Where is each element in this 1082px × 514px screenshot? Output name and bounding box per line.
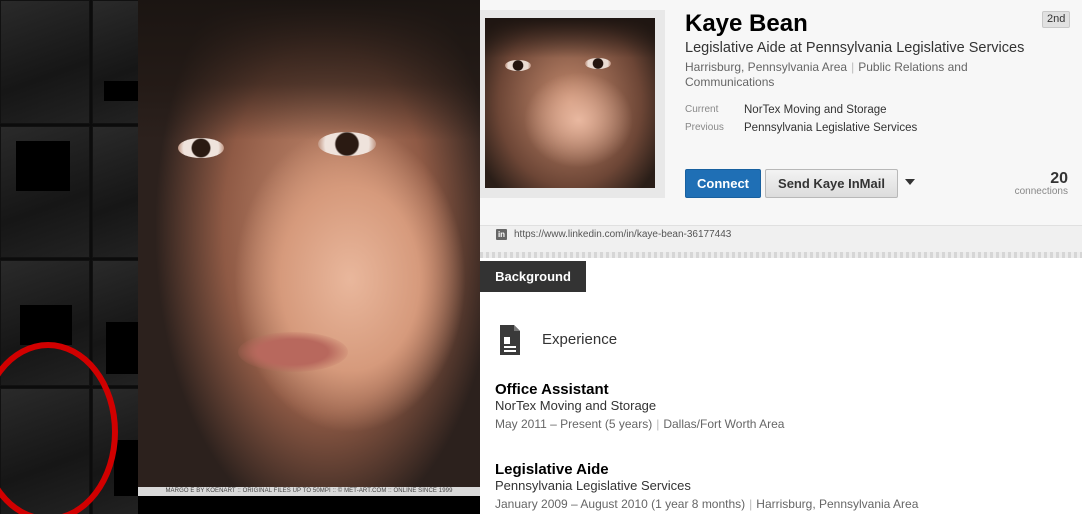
redaction-box [106,322,138,374]
profile-photo [485,18,655,188]
profile-headline: Legislative Aide at Pennsylvania Legisla… [685,40,1025,56]
redaction-box [20,305,72,345]
linkedin-icon: in [496,229,507,240]
collage-thumbnail [92,126,138,258]
current-position[interactable]: NorTex Moving and Storage [744,104,887,116]
profile-photo-eye [505,60,531,71]
profile-photo-hair [485,18,655,58]
redaction-box [104,81,138,101]
photo-eye [318,132,376,156]
tab-background[interactable]: Background [480,261,586,292]
profile-location[interactable]: Harrisburg, Pennsylvania Area [685,60,847,74]
separator: | [851,60,855,74]
previous-label: Previous [685,122,724,133]
previous-position[interactable]: Pennsylvania Legislative Services [744,122,917,134]
separator: | [656,417,660,431]
collage-thumbnail [0,0,90,124]
experience-section-title: Experience [542,331,618,348]
profile-photo-eye [585,58,611,69]
photo-lips [238,332,348,372]
collage-panel [0,0,138,514]
job-meta: January 2009 – August 2010 (1 year 8 mon… [495,497,918,511]
job-location: Harrisburg, Pennsylvania Area [756,497,919,511]
job-company[interactable]: NorTex Moving and Storage [495,398,656,413]
photo-caption: MARGO E BY KOENART :: ORIGINAL FILES UP … [138,487,480,496]
job-meta: May 2011 – Present (5 years) | Dallas/Fort… [495,417,784,431]
document-icon [500,325,520,355]
job-dates: January 2009 – August 2010 (1 year 8 mon… [495,497,746,511]
large-portrait-photo [138,0,480,508]
connections-label: connections [1014,186,1068,197]
collage-thumbnail [92,0,138,124]
redaction-box [114,440,138,496]
divider [480,252,1082,258]
connection-degree-badge: 2nd [1042,11,1071,28]
redaction-box [16,141,70,191]
connect-button[interactable]: Connect [685,169,761,198]
profile-name: Kaye Bean [685,10,808,37]
separator: | [749,497,753,511]
photo-bottom-strip [138,496,480,514]
job-title[interactable]: Office Assistant [495,381,609,398]
photo-hair-region [138,0,480,140]
photo-eye [178,138,224,158]
job-dates: May 2011 – Present (5 years) [495,417,653,431]
job-company[interactable]: Pennsylvania Legislative Services [495,478,691,493]
profile-location-industry: Harrisburg, Pennsylvania Area | Public Rel… [685,60,1015,90]
job-title[interactable]: Legislative Aide [495,461,609,478]
profile-photo-frame[interactable] [480,10,665,198]
chevron-down-icon[interactable] [905,179,915,185]
send-inmail-button[interactable]: Send Kaye InMail [765,169,898,198]
job-location: Dallas/Fort Worth Area [663,417,785,431]
current-label: Current [685,104,719,115]
public-profile-url[interactable]: https://www.linkedin.com/in/kaye-bean-36… [514,229,731,240]
